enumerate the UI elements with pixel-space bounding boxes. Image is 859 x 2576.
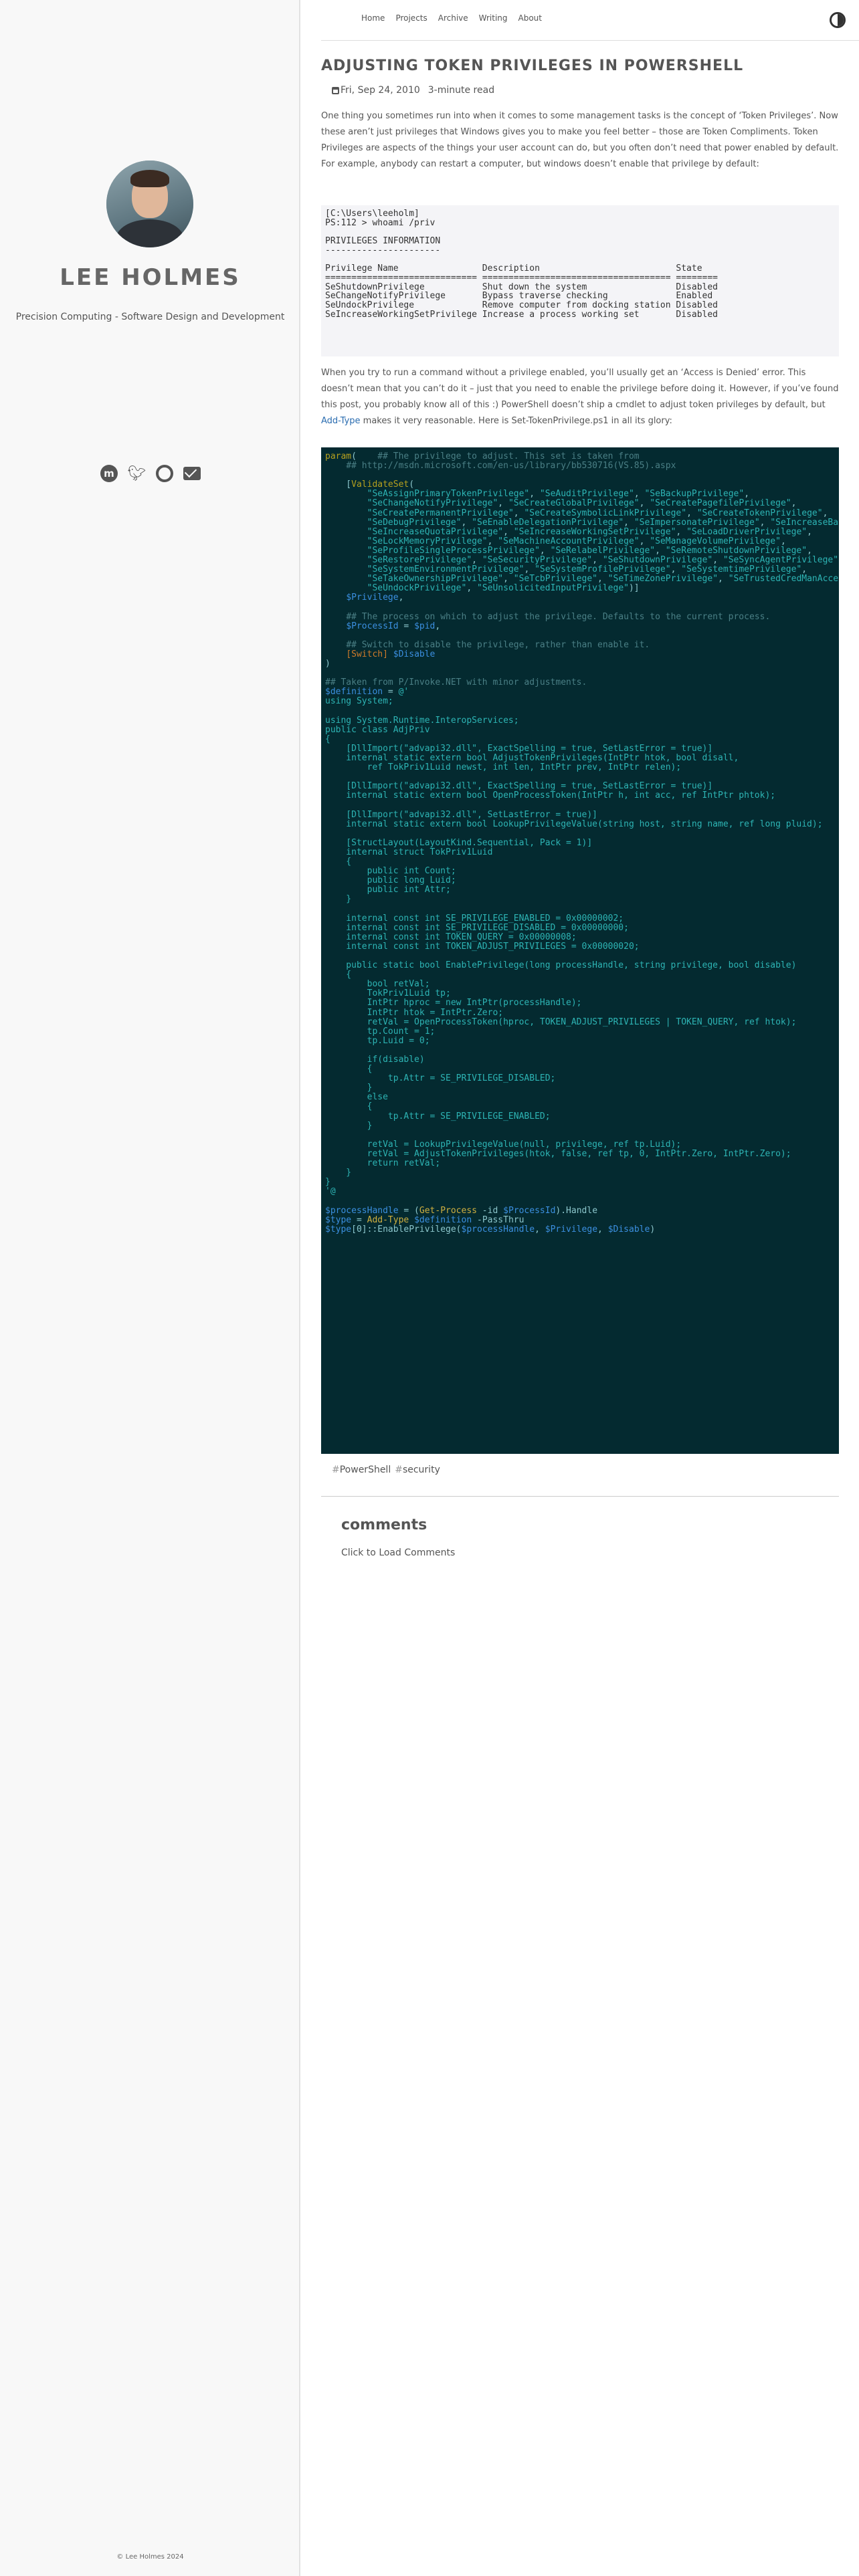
social-links: m 🐦︎ [100,465,201,482]
para-text: makes it very reasonable. Here is Set-To… [360,416,672,426]
site-tagline: Precision Computing - Software Design an… [15,312,285,322]
nav-home[interactable]: Home [361,13,385,23]
post-date: Fri, Sep 24, 2010 [341,85,420,96]
header-divider [321,40,859,41]
envelope-icon[interactable] [183,467,201,480]
comments-divider [321,1496,839,1497]
mastodon-icon[interactable]: m [100,465,118,482]
comments-heading: comments [341,1517,427,1533]
post-intro: One thing you sometimes run into when it… [321,111,839,169]
post-meta: Fri, Sep 24, 2010 3-minute read [332,85,494,96]
add-type-link[interactable]: Add-Type [321,416,361,426]
load-comments-button[interactable]: Click to Load Comments [341,1547,455,1558]
avatar [106,160,193,247]
theme-toggle-icon[interactable] [830,12,846,28]
nav-about[interactable]: About [518,13,542,23]
nav-archive[interactable]: Archive [438,13,468,23]
para-text: When you try to run a command without a … [321,368,839,410]
tag-powershell[interactable]: #PowerShell [332,1465,391,1475]
tag-security[interactable]: #security [395,1465,440,1475]
github-icon[interactable] [155,465,173,482]
nav-writing[interactable]: Writing [479,13,508,23]
post-title: ADJUSTING TOKEN PRIVILEGES IN POWERSHELL [321,58,744,74]
sidebar: LEE HOLMES Precision Computing - Softwar… [0,0,300,2576]
post-para-2: When you try to run a command without a … [321,365,839,429]
code-block-whoami: [C:\Users\leeholm] PS:112 > whoami /priv… [321,205,839,356]
copyright: © Lee Holmes 2024 [116,2553,184,2561]
nav-projects[interactable]: Projects [395,13,427,23]
read-time: 3-minute read [427,85,495,96]
calendar-icon [332,86,339,94]
twitter-icon[interactable]: 🐦︎ [127,465,146,482]
post-tags: #PowerShell #security [332,1465,440,1475]
site-title[interactable]: LEE HOLMES [0,264,300,291]
code-block-script: param( ## The privilege to adjust. This … [321,447,839,1454]
top-nav: Home Projects Archive Writing About [361,13,542,23]
